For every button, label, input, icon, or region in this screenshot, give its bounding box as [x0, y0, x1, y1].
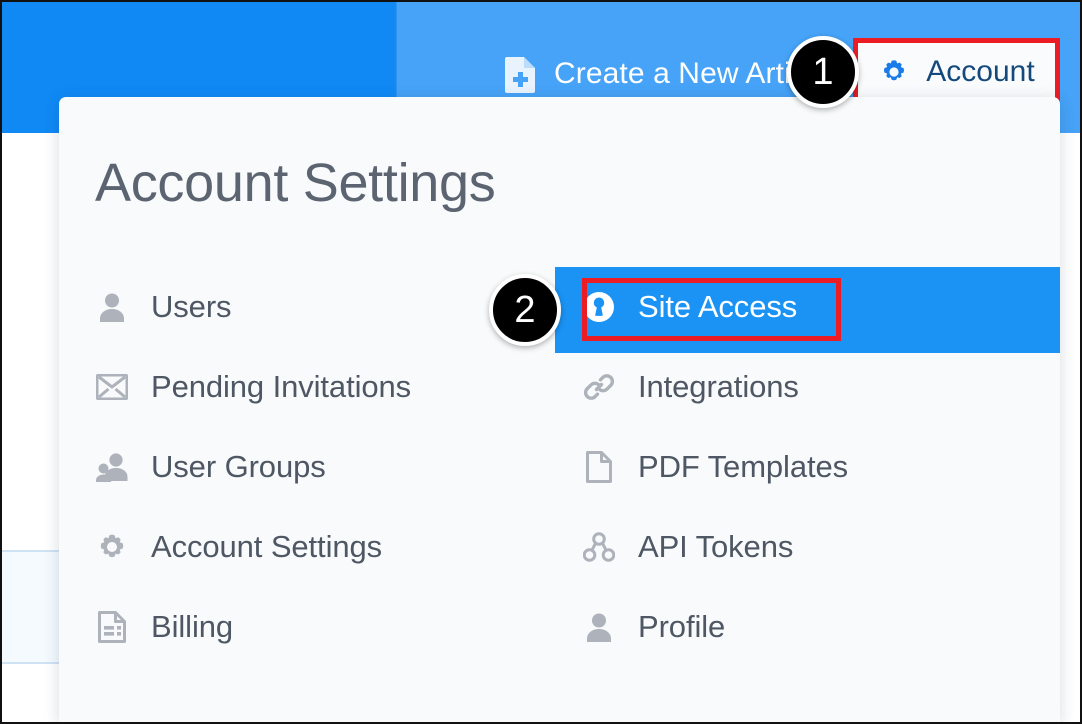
step-badge-2: 2 [489, 274, 561, 346]
step-badge-1: 1 [787, 36, 859, 108]
invoice-icon [95, 610, 129, 644]
create-new-article-button[interactable]: Create a New Article [505, 50, 829, 98]
dropdown-menu-columns: Users Site Access Pending Invitations In… [59, 267, 1060, 667]
menu-item-label: Pending Invitations [151, 369, 412, 404]
menu-item-label: Users [151, 289, 232, 324]
sitemap-icon [582, 530, 616, 564]
site-access-callout-box [582, 278, 841, 341]
user-icon [582, 610, 616, 644]
menu-item-integrations[interactable]: Integrations [582, 347, 799, 427]
menu-item-label: Account Settings [151, 529, 383, 564]
screenshot-root: Create a New Article Account Account Set… [0, 0, 1082, 724]
gear-icon [95, 530, 129, 564]
account-button[interactable]: Account [853, 38, 1060, 106]
menu-item-label: Profile [638, 609, 726, 644]
menu-item-label: API Tokens [638, 529, 794, 564]
menu-item-users[interactable]: Users [95, 267, 232, 347]
menu-item-label: User Groups [151, 449, 326, 484]
link-icon [582, 370, 616, 404]
menu-row: User Groups PDF Templates [59, 427, 1060, 507]
menu-row: Account Settings API Tokens [59, 507, 1060, 587]
users-icon [95, 450, 129, 484]
menu-item-profile[interactable]: Profile [582, 587, 725, 667]
account-settings-dropdown: Account Settings Users Site Access Pendi… [59, 97, 1060, 722]
menu-item-pdf-templates[interactable]: PDF Templates [582, 427, 848, 507]
envelope-icon [95, 370, 129, 404]
menu-item-label: PDF Templates [638, 449, 849, 484]
account-button-label: Account [926, 55, 1035, 88]
document-icon [582, 450, 616, 484]
menu-item-billing[interactable]: Billing [95, 587, 233, 667]
menu-item-label: Integrations [638, 369, 799, 404]
menu-row: Billing Profile [59, 587, 1060, 667]
menu-item-api-tokens[interactable]: API Tokens [582, 507, 793, 587]
menu-item-account-settings[interactable]: Account Settings [95, 507, 382, 587]
menu-item-pending-invitations[interactable]: Pending Invitations [95, 347, 411, 427]
dropdown-title: Account Settings [95, 153, 496, 213]
menu-item-user-groups[interactable]: User Groups [95, 427, 326, 507]
menu-item-label: Billing [151, 609, 234, 644]
user-icon [95, 290, 129, 324]
menu-row: Pending Invitations Integrations [59, 347, 1060, 427]
file-plus-icon [505, 55, 537, 93]
gear-icon [878, 56, 910, 88]
